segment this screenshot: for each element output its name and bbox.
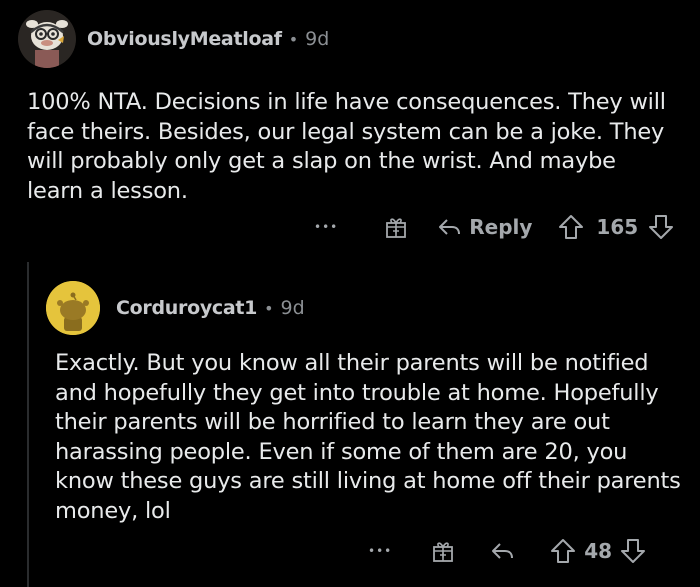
upvote-icon — [551, 539, 576, 563]
award-button[interactable] — [385, 215, 407, 239]
more-button[interactable]: ••• — [368, 544, 392, 558]
reply-icon — [492, 543, 514, 559]
downvote-icon — [649, 215, 674, 239]
upvote-button[interactable] — [558, 214, 584, 240]
separator-dot: • — [288, 29, 299, 49]
comment-body: 100% NTA. Decisions in life have consequ… — [27, 89, 666, 204]
upvote-icon — [559, 215, 584, 239]
thread-line[interactable] — [27, 262, 29, 587]
comment-header: Corduroycat1 • 9d — [46, 281, 305, 335]
comment-body: Exactly. But you know all their parents … — [55, 350, 681, 524]
award-icon — [386, 218, 407, 238]
downvote-icon — [621, 539, 646, 563]
reply-button[interactable]: Reply — [437, 215, 532, 239]
reply-icon — [439, 219, 461, 235]
author-name[interactable]: ObviouslyMeatloaf — [87, 28, 282, 50]
comment-actions: ••• 48 — [368, 538, 646, 564]
separator-dot: • — [264, 298, 274, 318]
vote-score: 165 — [596, 215, 639, 239]
more-icon: ••• — [314, 220, 339, 234]
more-button[interactable]: ••• — [314, 220, 338, 234]
award-icon — [433, 542, 454, 562]
author-name[interactable]: Corduroycat1 — [116, 297, 257, 319]
vote-score: 48 — [584, 539, 613, 563]
avatar[interactable] — [46, 281, 100, 335]
avatar[interactable] — [18, 10, 76, 68]
more-icon: ••• — [368, 544, 393, 558]
downvote-button[interactable] — [620, 538, 646, 564]
timestamp: 9d — [280, 297, 305, 319]
timestamp: 9d — [305, 28, 330, 50]
comment-header: ObviouslyMeatloaf • 9d — [18, 10, 329, 68]
award-button[interactable] — [432, 539, 454, 563]
comment-actions: ••• Reply 165 — [314, 214, 674, 240]
reply-label: Reply — [469, 215, 533, 239]
upvote-button[interactable] — [550, 538, 576, 564]
downvote-button[interactable] — [648, 214, 674, 240]
reply-button[interactable] — [490, 541, 516, 561]
